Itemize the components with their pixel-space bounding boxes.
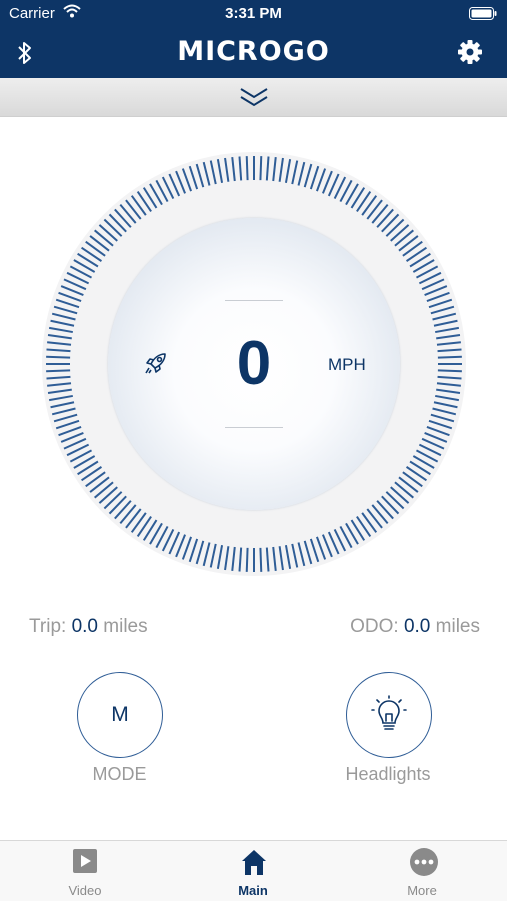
tab-video[interactable]: Video [25, 841, 145, 901]
trip-stat: Trip: 0.0 miles [29, 616, 148, 638]
headlights-label: Headlights [345, 764, 431, 784]
trip-unit: miles [103, 616, 148, 637]
odo-unit: miles [435, 616, 480, 637]
gauge-tick [46, 369, 71, 373]
rocket-icon[interactable] [143, 350, 169, 381]
app-logo: MICROGO [177, 36, 330, 67]
status-time: 3:31 PM [225, 5, 282, 22]
trip-label: Trip: [29, 616, 67, 637]
collapse-bar[interactable] [0, 78, 507, 117]
speed-unit: MPH [328, 355, 366, 374]
odo-label: ODO: [350, 616, 399, 637]
video-play-icon [72, 847, 98, 880]
mode-label: MODE [92, 764, 147, 784]
tab-main[interactable]: Main [193, 841, 313, 901]
tab-more[interactable]: More [362, 841, 482, 901]
trip-value: 0.0 [71, 616, 98, 637]
tab-more-label: More [407, 883, 437, 898]
speed-value: 0 [236, 329, 272, 398]
status-bar: Carrier 3:31 PM [0, 0, 507, 27]
odo-stat: ODO: 0.0 miles [350, 616, 480, 638]
battery-icon [469, 7, 497, 24]
gauge-tick [437, 369, 462, 373]
gauge-tick [245, 547, 249, 572]
gauge-tick [259, 547, 263, 572]
more-icon [409, 847, 439, 882]
gauge-tick [245, 156, 249, 181]
tab-video-label: Video [68, 883, 102, 898]
tab-main-label: Main [238, 883, 268, 898]
gauge-tick [46, 355, 71, 359]
gear-icon[interactable] [457, 39, 483, 70]
gauge-tick [259, 156, 263, 181]
mode-button[interactable]: M [77, 672, 163, 758]
headlights-button[interactable] [346, 672, 432, 758]
nav-bar: MICROGO [0, 27, 507, 78]
tab-bar: Video Main More [0, 840, 507, 901]
lightbulb-icon [371, 695, 407, 740]
chevron-down-icon[interactable] [239, 86, 269, 113]
odo-value: 0.0 [403, 616, 431, 637]
speed-divider-top [225, 300, 283, 301]
speed-divider-bottom [225, 427, 283, 428]
mode-letter: M [111, 703, 129, 726]
gauge-tick [437, 355, 462, 359]
home-icon [240, 847, 268, 882]
